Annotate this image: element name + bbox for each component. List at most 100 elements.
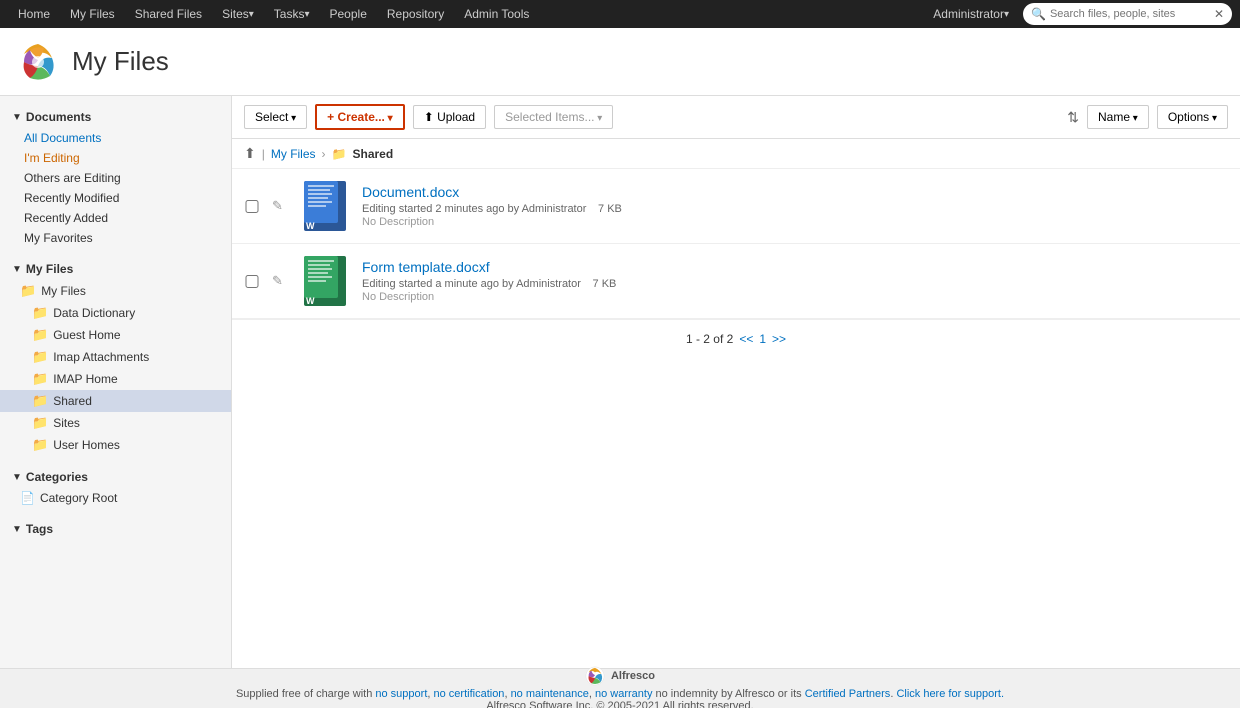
nav-right: Administrator 🔍 ✕ bbox=[923, 0, 1232, 28]
edit-icon-2[interactable]: ✎ bbox=[272, 273, 288, 289]
file-meta-1: Editing started 2 minutes ago by Adminis… bbox=[362, 200, 1228, 215]
docxf-icon: W bbox=[304, 256, 346, 306]
categories-section-title[interactable]: Categories bbox=[0, 464, 231, 488]
footer-no-support[interactable]: no support bbox=[375, 688, 427, 700]
pagination-next[interactable]: >> bbox=[772, 332, 786, 346]
folder-icon: 📁 bbox=[32, 415, 48, 431]
selected-items-button[interactable]: Selected Items... bbox=[494, 105, 613, 129]
nav-people[interactable]: People bbox=[320, 0, 377, 28]
folder-icon: 📁 bbox=[32, 305, 48, 321]
doc-icon: 📄 bbox=[20, 491, 35, 505]
file-description-1: No Description bbox=[362, 216, 1228, 228]
breadcrumb-arrow: › bbox=[322, 147, 326, 161]
table-row: ✎ W bbox=[232, 244, 1240, 319]
sidebar-item-all-documents[interactable]: All Documents bbox=[0, 128, 231, 148]
breadcrumb-myfiles-link[interactable]: My Files bbox=[271, 147, 316, 161]
footer-certified-partners[interactable]: Certified Partners bbox=[805, 688, 891, 700]
file-name-2[interactable]: Form template.docxf bbox=[362, 259, 1228, 275]
clear-search-icon[interactable]: ✕ bbox=[1214, 7, 1224, 21]
file-checkbox-1[interactable] bbox=[244, 200, 260, 213]
create-button[interactable]: Create... bbox=[315, 104, 405, 130]
file-list: ✎ W bbox=[232, 169, 1240, 319]
sidebar-item-imap-attachments[interactable]: 📁 Imap Attachments bbox=[0, 346, 231, 368]
nav-sites[interactable]: Sites bbox=[212, 0, 264, 28]
footer-logo-row: Alfresco bbox=[16, 666, 1224, 686]
footer-no-cert[interactable]: no certification bbox=[434, 688, 505, 700]
nav-repository[interactable]: Repository bbox=[377, 0, 454, 28]
search-input[interactable] bbox=[1050, 8, 1210, 20]
content-area: Select Create... Upload Selected Items..… bbox=[232, 96, 1240, 668]
sidebar-item-recently-added[interactable]: Recently Added bbox=[0, 208, 231, 228]
main-layout: Documents All Documents I'm Editing Othe… bbox=[0, 96, 1240, 668]
folder-icon: 📁 bbox=[32, 349, 48, 365]
sidebar-item-recently-modified[interactable]: Recently Modified bbox=[0, 188, 231, 208]
select-button[interactable]: Select bbox=[244, 105, 307, 129]
sidebar-item-guest-home[interactable]: 📁 Guest Home bbox=[0, 324, 231, 346]
page-header: My Files bbox=[0, 28, 1240, 96]
myfiles-section-title[interactable]: My Files bbox=[0, 256, 231, 280]
tags-section-title[interactable]: Tags bbox=[0, 516, 231, 540]
footer-click-support[interactable]: Click here for support. bbox=[896, 688, 1004, 700]
folder-icon: 📁 bbox=[32, 393, 48, 409]
sidebar-item-category-root[interactable]: 📄 Category Root bbox=[0, 488, 231, 508]
svg-text:W: W bbox=[306, 296, 315, 306]
file-icon-1: W bbox=[300, 181, 350, 231]
sidebar-item-imap-home[interactable]: 📁 IMAP Home bbox=[0, 368, 231, 390]
breadcrumb: ⬆ | My Files › 📁 Shared bbox=[232, 139, 1240, 169]
breadcrumb-folder-icon: 📁 bbox=[332, 147, 347, 161]
nav-home[interactable]: Home bbox=[8, 0, 60, 28]
breadcrumb-current: Shared bbox=[352, 147, 393, 161]
file-icon-2: W bbox=[300, 256, 350, 306]
footer-copyright: Alfresco Software Inc. © 2005-2021 All r… bbox=[16, 700, 1224, 708]
nav-admintools[interactable]: Admin Tools bbox=[454, 0, 539, 28]
search-icon: 🔍 bbox=[1031, 7, 1046, 21]
pagination-page-1[interactable]: 1 bbox=[759, 332, 766, 346]
pagination-prev[interactable]: << bbox=[739, 332, 753, 346]
file-name-1[interactable]: Document.docx bbox=[362, 184, 1228, 200]
user-menu[interactable]: Administrator bbox=[923, 0, 1019, 28]
file-checkbox-2[interactable] bbox=[244, 275, 260, 288]
alfresco-logo bbox=[16, 40, 60, 84]
upload-button[interactable]: Upload bbox=[413, 105, 486, 129]
sidebar-item-im-editing[interactable]: I'm Editing bbox=[0, 148, 231, 168]
folder-icon: 📁 bbox=[20, 283, 36, 299]
documents-section-title[interactable]: Documents bbox=[0, 104, 231, 128]
footer-supplied-text: Supplied free of charge with no support,… bbox=[16, 688, 1224, 700]
sidebar-myfiles-root-label: My Files bbox=[41, 284, 86, 298]
sidebar-item-my-favorites[interactable]: My Favorites bbox=[0, 228, 231, 248]
sidebar-item-sites[interactable]: 📁 Sites bbox=[0, 412, 231, 434]
sidebar-item-user-homes[interactable]: 📁 User Homes bbox=[0, 434, 231, 456]
sort-icon[interactable]: ⇅ bbox=[1067, 109, 1079, 126]
file-description-2: No Description bbox=[362, 291, 1228, 303]
footer-logo bbox=[585, 666, 605, 686]
folder-icon: 📁 bbox=[32, 327, 48, 343]
svg-text:W: W bbox=[306, 221, 315, 231]
file-meta-2: Editing started a minute ago by Administ… bbox=[362, 275, 1228, 290]
toolbar: Select Create... Upload Selected Items..… bbox=[232, 96, 1240, 139]
file-info-2: Form template.docxf Editing started a mi… bbox=[362, 259, 1228, 303]
breadcrumb-home-icon[interactable]: ⬆ bbox=[244, 145, 256, 162]
sidebar-item-others-editing[interactable]: Others are Editing bbox=[0, 168, 231, 188]
footer-no-warranty[interactable]: no warranty bbox=[595, 688, 652, 700]
toolbar-right: ⇅ Name Options bbox=[1067, 105, 1228, 129]
sidebar-myfiles-root[interactable]: 📁 My Files bbox=[0, 280, 231, 302]
sidebar: Documents All Documents I'm Editing Othe… bbox=[0, 96, 232, 668]
nav-sharedfiles[interactable]: Shared Files bbox=[125, 0, 212, 28]
search-box[interactable]: 🔍 ✕ bbox=[1023, 3, 1232, 25]
options-button[interactable]: Options bbox=[1157, 105, 1228, 129]
folder-icon: 📁 bbox=[32, 371, 48, 387]
table-row: ✎ W bbox=[232, 169, 1240, 244]
nav-tasks[interactable]: Tasks bbox=[264, 0, 320, 28]
edit-icon-1[interactable]: ✎ bbox=[272, 198, 288, 214]
footer: Alfresco Supplied free of charge with no… bbox=[0, 668, 1240, 708]
page-title: My Files bbox=[72, 46, 169, 77]
pagination-range: 1 - 2 of 2 bbox=[686, 332, 733, 346]
docx-icon-1: W bbox=[304, 181, 346, 231]
name-sort-button[interactable]: Name bbox=[1087, 105, 1149, 129]
file-info-1: Document.docx Editing started 2 minutes … bbox=[362, 184, 1228, 228]
sidebar-item-shared[interactable]: 📁 Shared bbox=[0, 390, 231, 412]
sidebar-item-data-dictionary[interactable]: 📁 Data Dictionary bbox=[0, 302, 231, 324]
footer-no-maint[interactable]: no maintenance bbox=[511, 688, 589, 700]
breadcrumb-separator-1: | bbox=[262, 147, 265, 161]
nav-myfiles[interactable]: My Files bbox=[60, 0, 125, 28]
